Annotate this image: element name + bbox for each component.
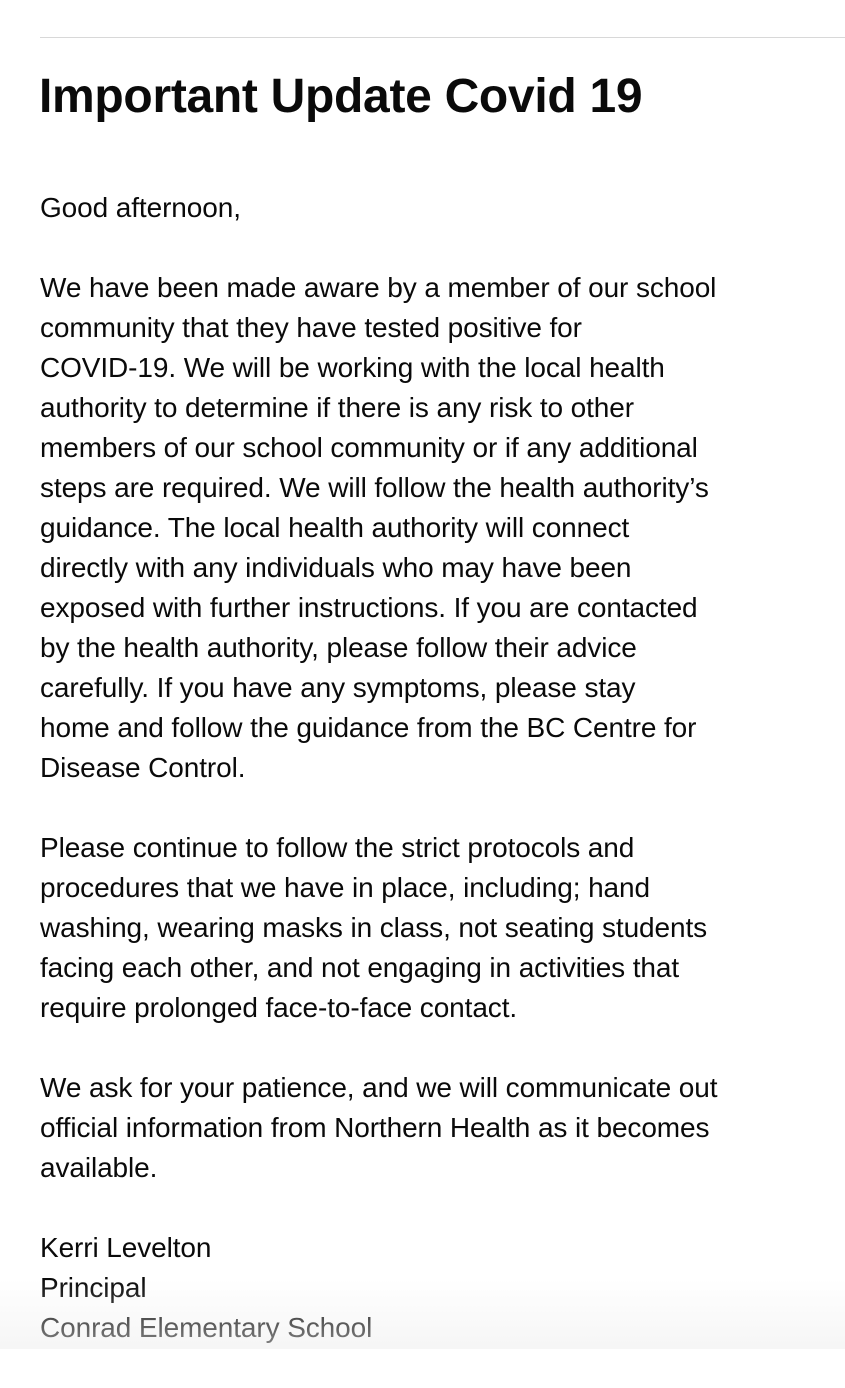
greeting-line: Good afternoon, [40,192,241,223]
greeting: Good afternoon, [40,188,840,228]
paragraph-line: We ask for your patience, and we will co… [40,1072,718,1103]
paragraph-line: washing, wearing masks in class, not sea… [40,912,708,943]
paragraph-line: facing each other, and not engaging in a… [40,952,680,983]
paragraph-line: exposed with further instructions. If yo… [40,592,698,623]
message-body: Good afternoon, We have been made aware … [40,188,840,1388]
top-divider [40,37,845,38]
paragraph-line: steps are required. We will follow the h… [40,472,709,503]
signature-block: Kerri Levelton Principal Conrad Elementa… [40,1228,840,1348]
paragraph-line: home and follow the guidance from the BC… [40,712,697,743]
paragraph-patience: We ask for your patience, and we will co… [40,1068,840,1188]
paragraph-line: by the health authority, please follow t… [40,632,637,663]
paragraph-line: require prolonged face-to-face contact. [40,992,518,1023]
paragraph-line: procedures that we have in place, includ… [40,872,650,903]
paragraph-line: directly with any individuals who may ha… [40,552,632,583]
paragraph-line: authority to determine if there is any r… [40,392,634,423]
signature-role: Principal [40,1272,147,1303]
paragraph-line: official information from Northern Healt… [40,1112,710,1143]
page-title: Important Update Covid 19 [39,70,643,123]
paragraph-line: community that they have tested positive… [40,312,582,343]
paragraph-line: guidance. The local health authority wil… [40,512,630,543]
paragraph-exposure-notice: We have been made aware by a member of o… [40,268,840,788]
paragraph-line: members of our school community or if an… [40,432,698,463]
signature-name: Kerri Levelton [40,1232,212,1263]
paragraph-protocols: Please continue to follow the strict pro… [40,828,840,1028]
paragraph-line: carefully. If you have any symptoms, ple… [40,672,636,703]
paragraph-line: available. [40,1152,158,1183]
paragraph-line: COVID-19. We will be working with the lo… [40,352,665,383]
paragraph-line: Please continue to follow the strict pro… [40,832,635,863]
paragraph-line: We have been made aware by a member of o… [40,272,717,303]
signature-school: Conrad Elementary School [40,1312,373,1343]
paragraph-line: Disease Control. [40,752,246,783]
